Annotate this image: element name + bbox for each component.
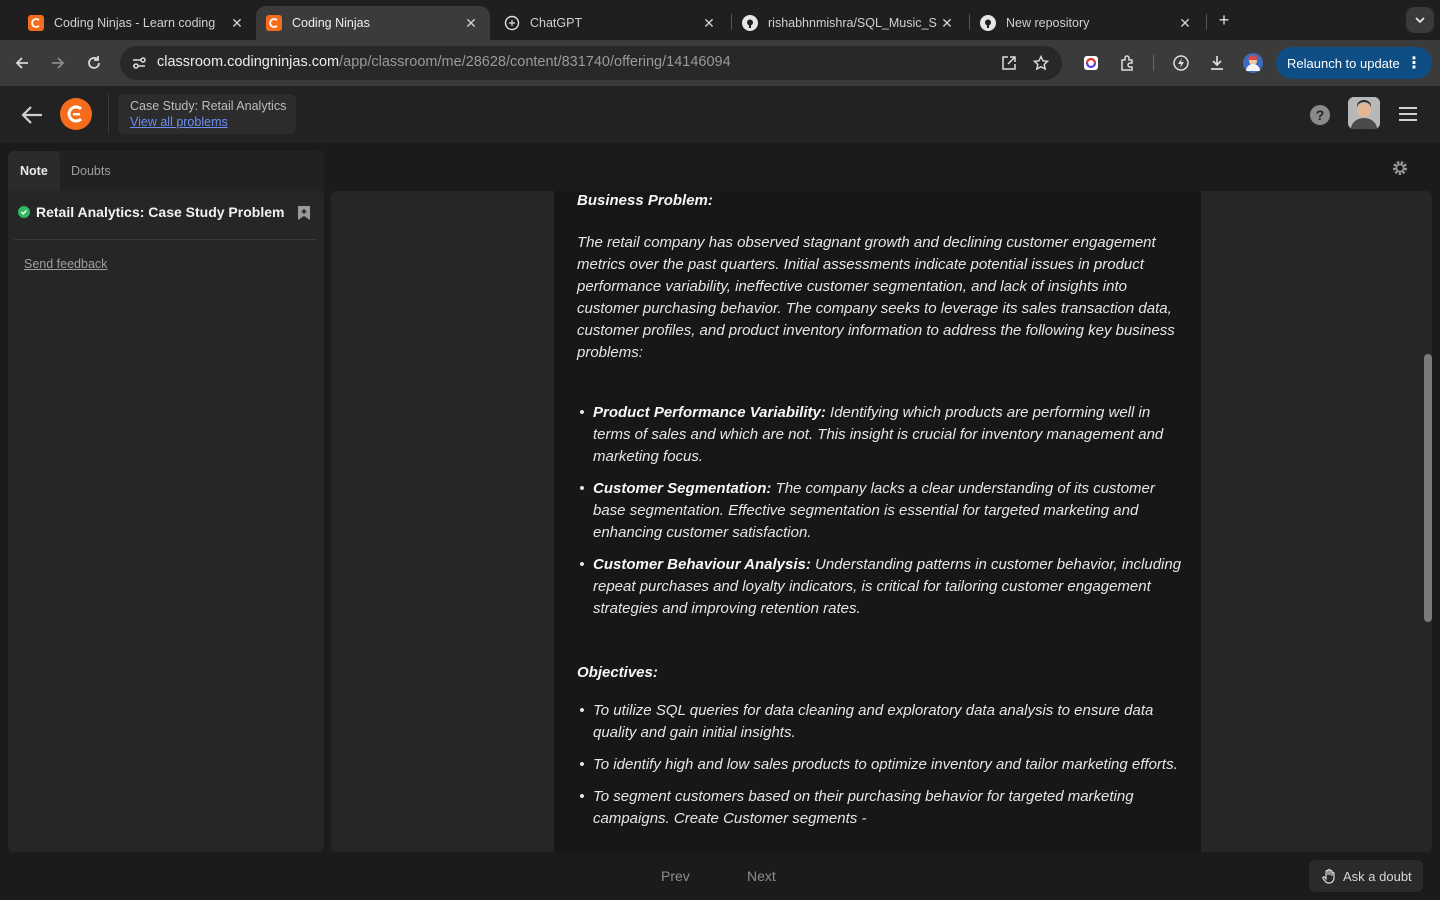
bookmark-add-icon[interactable] — [297, 205, 311, 221]
site-info-icon[interactable] — [128, 52, 150, 74]
divider — [14, 239, 316, 240]
problem-title: Retail Analytics: Case Study Problem — [36, 204, 285, 220]
objective-text: To identify high and low sales products … — [593, 756, 1178, 773]
help-icon[interactable]: ? — [1310, 105, 1330, 125]
next-button[interactable]: Next — [747, 868, 776, 884]
browser-tab-active[interactable]: Coding Ninjas ✕ — [256, 6, 490, 40]
list-item: • To identify high and low sales products… — [579, 756, 1178, 773]
toolbar-divider — [1153, 55, 1154, 71]
browser-tab-bar: Coding Ninjas - Learn coding ✕ Coding Ni… — [0, 0, 1440, 40]
more-menu-icon[interactable]: ⋮ — [1406, 53, 1422, 73]
browser-tab[interactable]: Coding Ninjas - Learn coding ✕ — [18, 6, 256, 40]
open-in-new-icon[interactable] — [1000, 54, 1018, 72]
footer-bar: Prev Next Ask a doubt — [0, 852, 1440, 900]
course-title: Case Study: Retail Analytics — [130, 99, 287, 113]
breadcrumb: Case Study: Retail Analytics View all pr… — [118, 94, 296, 134]
ask-a-doubt-button[interactable]: Ask a doubt — [1309, 860, 1423, 892]
relaunch-update-button[interactable]: Relaunch to update ⋮ — [1276, 47, 1432, 79]
extension-icon[interactable] — [1080, 52, 1102, 74]
scrollbar-thumb[interactable] — [1424, 354, 1432, 622]
forward-button[interactable] — [46, 51, 70, 75]
left-panel: Note Doubts Retail Analytics: Case Study… — [8, 151, 324, 852]
hand-icon — [1322, 868, 1335, 884]
close-tab-icon[interactable]: ✕ — [462, 15, 480, 32]
intro-paragraph: The retail company has observed stagnant… — [577, 234, 1175, 361]
list-item: • To segment customers based on their pur… — [579, 788, 1134, 827]
tab-title: New repository — [1006, 16, 1090, 30]
back-arrow-icon[interactable] — [20, 104, 44, 126]
business-problem-list: • Product Performance Variability: Identi… — [577, 402, 1182, 620]
relaunch-label: Relaunch to update — [1287, 55, 1400, 71]
prev-button[interactable]: Prev — [661, 868, 690, 884]
app-header: Case Study: Retail Analytics View all pr… — [0, 86, 1440, 143]
browser-toolbar: classroom.codingninjas.com/app/classroom… — [0, 40, 1440, 86]
tab-search-button[interactable] — [1406, 7, 1434, 33]
performance-icon[interactable] — [1170, 52, 1192, 74]
hamburger-menu-icon[interactable] — [1398, 106, 1418, 122]
github-icon — [980, 15, 996, 31]
tab-note[interactable]: Note — [8, 151, 60, 191]
extensions-puzzle-icon[interactable] — [1117, 52, 1139, 74]
github-icon — [742, 15, 758, 31]
coding-ninjas-logo[interactable] — [60, 98, 92, 130]
chevron-down-icon — [1415, 17, 1425, 23]
address-bar[interactable]: classroom.codingninjas.com/app/classroom… — [120, 46, 1062, 80]
new-tab-button[interactable]: + — [1212, 9, 1236, 31]
list-item: • Customer Segmentation: The company lack… — [579, 480, 1155, 541]
tab-doubts[interactable]: Doubts — [59, 151, 123, 191]
left-panel-body: Retail Analytics: Case Study Problem Sen… — [8, 191, 324, 852]
chatgpt-icon — [504, 15, 520, 31]
url-host: classroom.codingninjas.com — [157, 54, 340, 70]
url-path: /app/classroom/me/28628/content/831740/o… — [339, 54, 731, 70]
download-icon[interactable] — [1206, 52, 1228, 74]
tab-divider — [1206, 14, 1207, 30]
reload-icon — [88, 56, 100, 69]
list-item: • To utilize SQL queries for data cleanin… — [579, 702, 1154, 741]
tab-title: Coding Ninjas - Learn coding — [54, 16, 216, 30]
close-tab-icon[interactable]: ✕ — [700, 15, 718, 32]
browser-tab[interactable]: ChatGPT ✕ — [494, 6, 728, 40]
header-divider — [108, 94, 109, 134]
tab-title: ChatGPT — [530, 16, 583, 30]
problem-list-item[interactable]: Retail Analytics: Case Study Problem — [18, 204, 284, 220]
check-circle-icon — [18, 206, 30, 218]
list-item: • Customer Behaviour Analysis: Understand… — [579, 556, 1182, 617]
coding-ninjas-icon — [266, 15, 282, 31]
gear-icon[interactable] — [1391, 159, 1409, 177]
coding-ninjas-icon — [28, 15, 44, 31]
list-item: • Product Performance Variability: Identi… — [579, 404, 1164, 465]
url-text: classroom.codingninjas.com/app/classroom… — [157, 54, 731, 70]
list-item-title: Customer Behaviour Analysis: — [593, 556, 811, 573]
objective-text: To segment customers based on their purc… — [593, 788, 1134, 827]
arrow-left-icon — [15, 57, 28, 69]
back-button[interactable] — [10, 51, 34, 75]
profile-avatar[interactable] — [1242, 52, 1264, 74]
arrow-right-icon — [52, 57, 65, 69]
objectives-heading: Objectives: — [577, 664, 658, 681]
close-tab-icon[interactable]: ✕ — [228, 15, 246, 32]
tab-title: Coding Ninjas — [292, 16, 370, 30]
browser-tab[interactable]: rishabhnmishra/SQL_Music_S ✕ — [732, 6, 966, 40]
browser-tab[interactable]: New repository ✕ — [970, 6, 1204, 40]
reload-button[interactable] — [82, 51, 106, 75]
send-feedback-link[interactable]: Send feedback — [24, 257, 107, 271]
objective-text: To utilize SQL queries for data cleaning… — [593, 702, 1154, 741]
view-all-problems-link[interactable]: View all problems — [130, 115, 284, 129]
close-tab-icon[interactable]: ✕ — [938, 15, 956, 32]
ask-a-doubt-label: Ask a doubt — [1343, 868, 1412, 884]
bookmark-star-icon[interactable] — [1032, 54, 1050, 72]
list-item-title: Product Performance Variability: — [593, 404, 826, 421]
user-avatar[interactable] — [1348, 97, 1380, 129]
list-item-title: Customer Segmentation: — [593, 480, 772, 497]
business-problem-heading: Business Problem: — [577, 192, 713, 209]
problem-statement: Business Problem: The retail company has… — [554, 191, 1201, 852]
objectives-list: • To utilize SQL queries for data cleanin… — [577, 700, 1182, 830]
close-tab-icon[interactable]: ✕ — [1176, 15, 1194, 32]
tab-title: rishabhnmishra/SQL_Music_S — [768, 16, 937, 30]
